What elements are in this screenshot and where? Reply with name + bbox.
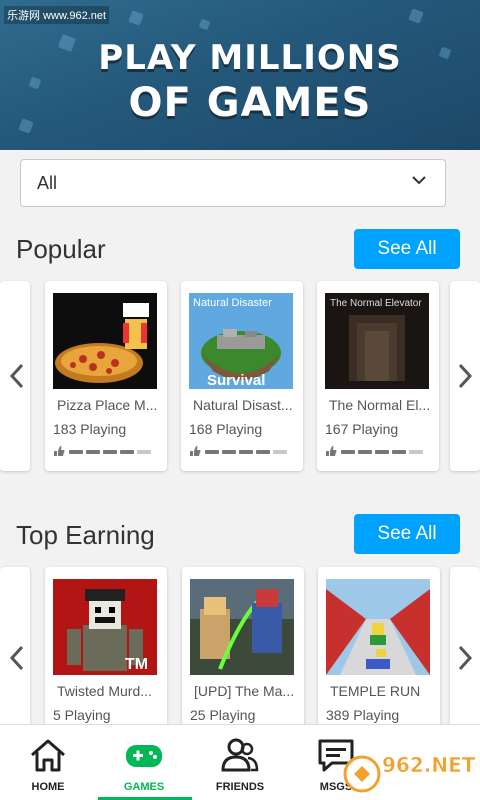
rating-segment	[409, 450, 423, 454]
scroll-left-icon[interactable]	[8, 361, 26, 391]
banner-title-line2: OF GAMES	[128, 80, 372, 126]
nav-home[interactable]: HOME	[0, 725, 96, 800]
nav-friends[interactable]: FRIENDS	[192, 725, 288, 800]
thumbs-up-icon	[326, 446, 337, 456]
game-thumbnail-normal-elevator: The Normal Elevator	[325, 293, 429, 389]
rating-segment	[358, 450, 372, 454]
nav-home-label: HOME	[31, 781, 65, 793]
nav-games-label: GAMES	[123, 781, 165, 793]
game-name: Pizza Place M...	[57, 397, 158, 413]
rating-segment	[239, 450, 253, 454]
thumb-text-bottom: Survival	[207, 372, 265, 389]
game-rating-bar	[325, 445, 425, 457]
popular-games-row: Pizza Place M... 183 Playing Natural Dis…	[0, 281, 480, 477]
game-playing-count: 183 Playing	[53, 421, 127, 437]
game-thumbnail-natural-disaster: Natural Disaster Survival	[189, 293, 293, 389]
game-thumbnail-upd	[190, 579, 294, 675]
rating-segment	[69, 450, 83, 454]
game-playing-count: 389 Playing	[326, 707, 400, 723]
gamepad-icon	[126, 745, 162, 767]
rating-segment	[341, 450, 355, 454]
thumbs-up-icon	[190, 446, 201, 456]
game-thumbnail-pizza	[53, 293, 157, 389]
game-name: [UPD] The Ma...	[194, 683, 295, 699]
game-thumbnail-twisted-murderer: TM	[53, 579, 157, 675]
see-all-top-earning-button[interactable]: See All	[354, 514, 460, 554]
rating-segment	[120, 450, 134, 454]
banner-title-line1: PLAY MILLIONS	[98, 38, 402, 78]
promo-banner: PLAY MILLIONS OF GAMES 乐游网 www.962.net	[0, 0, 480, 150]
decor-square	[128, 10, 144, 26]
rating-segment	[137, 450, 151, 454]
game-name: Natural Disast...	[193, 397, 293, 413]
dropdown-selected-value: All	[37, 173, 58, 193]
rating-segment	[103, 450, 117, 454]
scroll-left-icon[interactable]	[8, 643, 26, 673]
game-thumbnail-temple-run	[326, 579, 430, 675]
section-title-top-earning: Top Earning	[16, 520, 155, 550]
chevron-down-icon	[412, 176, 426, 185]
game-rating-bar	[53, 445, 153, 457]
decor-square	[198, 18, 211, 31]
game-card[interactable]: The Normal Elevator The Normal El... 167…	[317, 281, 439, 471]
game-playing-count: 25 Playing	[190, 707, 256, 723]
rating-segment	[222, 450, 236, 454]
thumbs-up-icon	[54, 446, 65, 456]
game-playing-count: 5 Playing	[53, 707, 111, 723]
game-name: Twisted Murd...	[57, 683, 152, 699]
rating-segment	[205, 450, 219, 454]
section-title-popular: Popular	[16, 234, 106, 264]
game-playing-count: 168 Playing	[189, 421, 263, 437]
home-icon	[31, 739, 65, 772]
rating-segment	[256, 450, 270, 454]
nav-friends-label: FRIENDS	[215, 781, 265, 793]
rating-segment	[273, 450, 287, 454]
thumb-text-elevator: The Normal Elevator	[330, 298, 422, 309]
site-logo-watermark: 962.NET 乐游网	[343, 753, 478, 793]
game-playing-count: 167 Playing	[325, 421, 399, 437]
scroll-right-icon[interactable]	[456, 643, 474, 673]
watermark-text: 962.NET 乐游网	[382, 753, 478, 777]
see-all-popular-button[interactable]: See All	[354, 229, 460, 269]
genre-filter-dropdown[interactable]: All	[20, 159, 446, 207]
site-watermark: 乐游网 www.962.net	[4, 6, 110, 24]
nav-games[interactable]: GAMES	[96, 725, 192, 800]
thumb-text-top: Natural Disaster	[193, 297, 272, 309]
game-rating-bar	[189, 445, 289, 457]
rating-segment	[375, 450, 389, 454]
friends-icon	[221, 738, 259, 772]
game-name: The Normal El...	[329, 397, 431, 413]
thumb-text-tm: TM	[125, 656, 148, 673]
rating-segment	[86, 450, 100, 454]
game-card[interactable]: Pizza Place M... 183 Playing	[45, 281, 167, 471]
scroll-right-icon[interactable]	[456, 361, 474, 391]
game-name: TEMPLE RUN	[330, 683, 421, 699]
decor-square	[408, 8, 424, 24]
game-card[interactable]: Natural Disaster Survival Natural Disast…	[181, 281, 303, 471]
rating-segment	[392, 450, 406, 454]
